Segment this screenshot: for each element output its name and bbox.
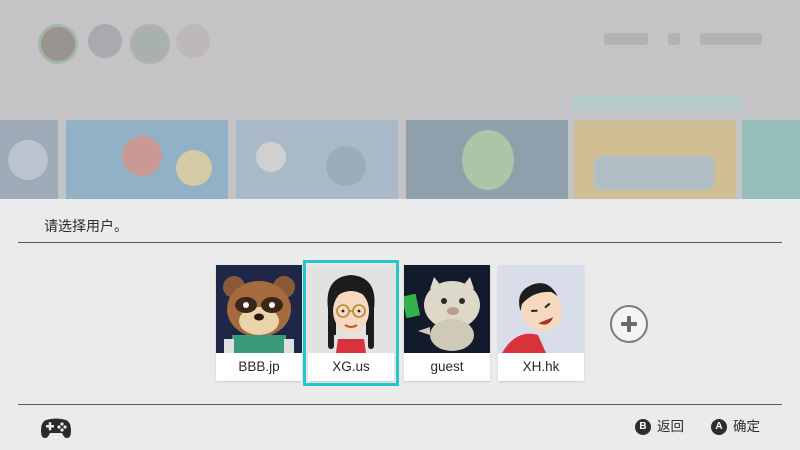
user-select-panel: 请选择用户。 BBB.jp XG.us guest XH.hk B 返回 A 确… (0, 199, 800, 450)
user-name: guest (430, 359, 464, 374)
user-card-xg-us[interactable]: XG.us (303, 260, 399, 386)
divider-bottom (18, 404, 782, 405)
controller-icon (40, 417, 72, 443)
user-name: XH.hk (522, 359, 560, 374)
divider-top (18, 242, 782, 243)
mii-girl-glasses-avatar (308, 265, 394, 353)
a-button-icon: A (711, 419, 727, 435)
confirm-label: 确定 (733, 419, 760, 435)
user-name: XG.us (332, 359, 370, 374)
user-card-guest[interactable]: guest (404, 265, 490, 381)
add-user-button[interactable] (610, 305, 648, 343)
back-label: 返回 (657, 419, 684, 435)
cat-character-avatar (404, 265, 490, 353)
mii-boy-avatar (498, 265, 584, 353)
raccoon-villager-avatar (216, 265, 302, 353)
bg-dim-overlay (0, 0, 800, 200)
user-name: BBB.jp (238, 359, 280, 374)
user-card-bbb-jp[interactable]: BBB.jp (216, 265, 302, 381)
back-button[interactable]: B 返回 (635, 418, 684, 436)
user-card-xh-hk[interactable]: XH.hk (498, 265, 584, 381)
b-button-icon: B (635, 419, 651, 435)
prompt-text: 请选择用户。 (44, 219, 128, 235)
confirm-button[interactable]: A 确定 (711, 418, 760, 436)
home-screen-background (0, 0, 800, 200)
